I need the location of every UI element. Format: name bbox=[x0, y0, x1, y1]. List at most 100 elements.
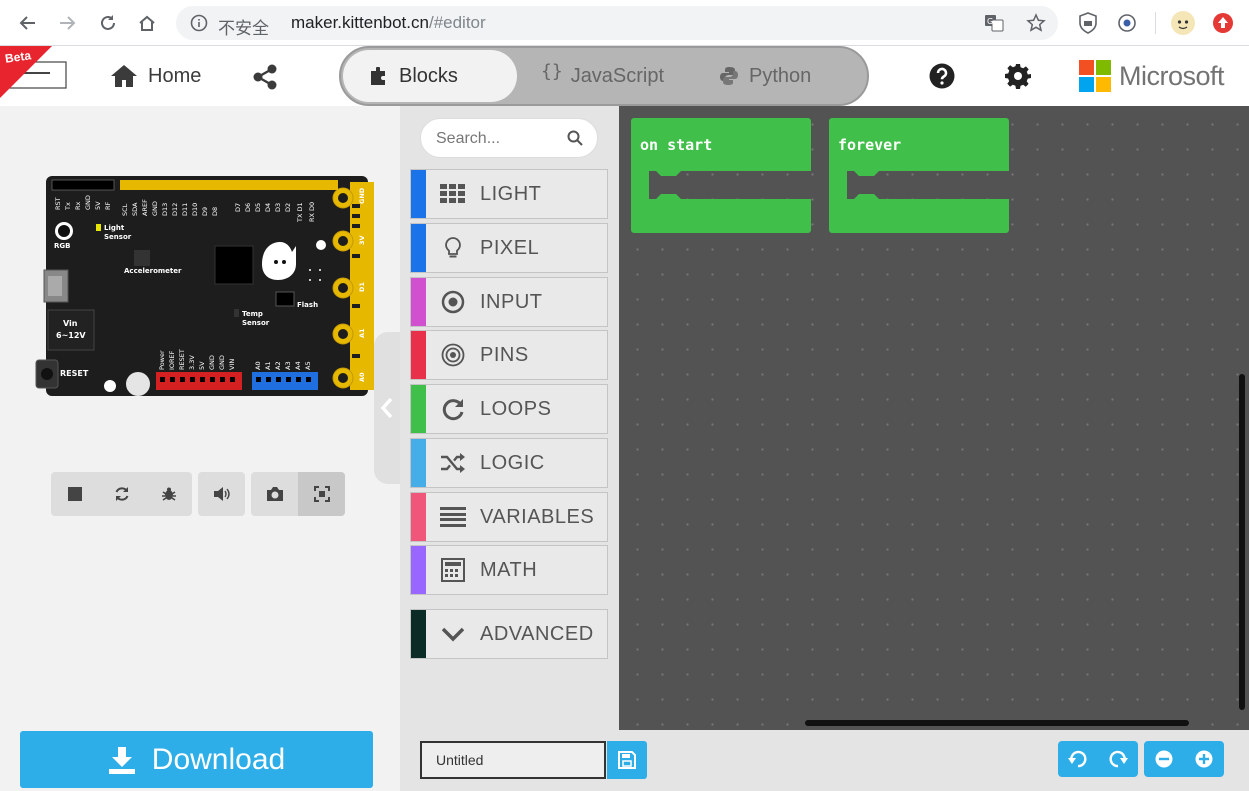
fullscreen-icon[interactable] bbox=[298, 472, 345, 516]
target-icon bbox=[426, 278, 480, 326]
category-loops[interactable]: LOOPS bbox=[410, 384, 608, 434]
top-pin-label: 5V bbox=[94, 201, 102, 210]
url-text[interactable]: maker.kittenbot.cn/#editor bbox=[291, 13, 486, 33]
top-pin-label: SCL bbox=[121, 203, 129, 216]
home-icon bbox=[111, 65, 137, 87]
undo-icon[interactable] bbox=[1058, 741, 1098, 777]
search-input[interactable]: Search... bbox=[420, 118, 598, 158]
shield-extension-icon[interactable] bbox=[1075, 10, 1101, 36]
category-color-stripe bbox=[411, 439, 426, 487]
gear-icon[interactable] bbox=[1005, 63, 1031, 89]
url-path: /#editor bbox=[428, 13, 486, 32]
microsoft-logo-icon bbox=[1079, 60, 1111, 92]
info-icon[interactable] bbox=[190, 14, 208, 32]
upload-extension-icon[interactable] bbox=[1210, 10, 1236, 36]
category-label: PIXEL bbox=[480, 236, 540, 259]
home-browser-icon[interactable] bbox=[132, 8, 162, 38]
category-color-stripe bbox=[411, 170, 426, 218]
top-pin-label: D10 bbox=[191, 203, 199, 216]
profile-avatar-icon[interactable] bbox=[1170, 10, 1196, 36]
list-icon bbox=[426, 493, 480, 541]
grid-icon bbox=[426, 170, 480, 218]
address-bar[interactable]: 不安全 maker.kittenbot.cn/#editor G bbox=[176, 6, 1058, 40]
radar-icon bbox=[426, 331, 480, 379]
collapse-simulator-button[interactable] bbox=[374, 332, 400, 484]
category-color-stripe bbox=[411, 546, 426, 594]
tab-javascript-label: JavaScript bbox=[570, 64, 665, 87]
category-input[interactable]: INPUT bbox=[410, 277, 608, 327]
reload-icon[interactable] bbox=[93, 8, 123, 38]
workspace-horizontal-scrollbar[interactable] bbox=[805, 720, 1189, 726]
category-variables[interactable]: VARIABLES bbox=[410, 492, 608, 542]
edge-pin-label: 3V bbox=[358, 235, 366, 245]
bookmark-star-icon[interactable] bbox=[1026, 13, 1046, 33]
top-pin-label: D7 bbox=[234, 203, 242, 212]
top-pin-label: Tx bbox=[64, 202, 72, 211]
tab-python-label: Python bbox=[749, 64, 812, 87]
bottom-pin-label: 3.3V bbox=[188, 355, 196, 370]
browser-chrome: 不安全 maker.kittenbot.cn/#editor G bbox=[0, 0, 1249, 46]
category-pixel[interactable]: PIXEL bbox=[410, 223, 608, 273]
forever-block[interactable]: forever bbox=[829, 118, 1009, 236]
category-advanced[interactable]: ADVANCED bbox=[410, 609, 608, 659]
undo-redo-group bbox=[1058, 741, 1138, 777]
bottom-pin-label: VIN bbox=[228, 359, 236, 370]
share-icon[interactable] bbox=[251, 63, 279, 91]
translate-icon[interactable]: G bbox=[984, 14, 1004, 32]
project-name-input[interactable] bbox=[420, 741, 606, 779]
kittenbot-board[interactable]: GND 3V D1 A1 A0 RST Tx Rx GND 5V RF SCL … bbox=[30, 174, 375, 404]
top-pin-label: D11 bbox=[181, 203, 189, 216]
category-light[interactable]: LIGHT bbox=[410, 169, 608, 219]
tab-blocks[interactable]: Blocks bbox=[343, 50, 517, 102]
edge-pin-label: D1 bbox=[358, 282, 366, 292]
top-pin-label: D2 bbox=[284, 203, 292, 212]
category-math[interactable]: MATH bbox=[410, 545, 608, 595]
tab-javascript[interactable]: {} JavaScript bbox=[541, 61, 665, 90]
top-pin-label: D3 bbox=[274, 203, 282, 212]
speaker-icon[interactable] bbox=[198, 472, 245, 516]
edge-pin-label: A0 bbox=[358, 372, 366, 382]
category-label: LOOPS bbox=[480, 397, 552, 420]
stop-icon[interactable] bbox=[51, 472, 98, 516]
workspace-vertical-scrollbar[interactable] bbox=[1239, 374, 1245, 710]
download-button[interactable]: Download bbox=[20, 731, 373, 788]
top-pin-label: D8 bbox=[211, 207, 219, 216]
top-pin-label: RX D0 bbox=[308, 202, 316, 222]
bottom-pin-label: GND bbox=[208, 355, 216, 370]
debug-bug-icon[interactable] bbox=[145, 472, 192, 516]
bottom-pin-label: A1 bbox=[264, 361, 272, 370]
accelerometer-label: Accelerometer bbox=[124, 267, 182, 275]
category-pins[interactable]: PINS bbox=[410, 330, 608, 380]
rgb-label: RGB bbox=[54, 242, 70, 250]
help-icon[interactable] bbox=[929, 63, 955, 89]
on-start-block[interactable]: on start bbox=[631, 118, 811, 236]
search-icon bbox=[567, 130, 583, 146]
zoom-out-icon[interactable] bbox=[1144, 741, 1184, 777]
eye-extension-icon[interactable] bbox=[1114, 10, 1140, 36]
camera-icon[interactable] bbox=[251, 472, 298, 516]
top-pin-label: TX D1 bbox=[296, 202, 304, 223]
tab-python[interactable]: Python bbox=[719, 62, 811, 90]
beta-badge: Beta bbox=[0, 46, 70, 98]
edge-pin-label: A1 bbox=[358, 328, 366, 338]
category-color-stripe bbox=[411, 224, 426, 272]
home-button[interactable]: Home bbox=[110, 62, 201, 90]
download-label: Download bbox=[151, 742, 286, 776]
category-label: LIGHT bbox=[480, 182, 542, 205]
save-button[interactable] bbox=[607, 741, 647, 779]
restart-icon[interactable] bbox=[98, 472, 145, 516]
sim-control-group bbox=[51, 472, 192, 516]
back-arrow-icon[interactable] bbox=[13, 8, 43, 38]
bottom-pin-label: Power bbox=[158, 350, 166, 370]
flash-label: Flash bbox=[297, 301, 318, 309]
redo-icon[interactable] bbox=[1098, 741, 1138, 777]
category-logic[interactable]: LOGIC bbox=[410, 438, 608, 488]
python-icon bbox=[720, 67, 738, 85]
microsoft-logo[interactable]: Microsoft bbox=[1079, 60, 1225, 92]
blocks-workspace[interactable]: on start forever bbox=[619, 106, 1249, 730]
forward-arrow-icon[interactable] bbox=[52, 8, 82, 38]
category-label: MATH bbox=[480, 558, 538, 581]
zoom-in-icon[interactable] bbox=[1184, 741, 1224, 777]
light-label: Light bbox=[104, 224, 125, 232]
bottom-pin-label: GND bbox=[218, 355, 226, 370]
